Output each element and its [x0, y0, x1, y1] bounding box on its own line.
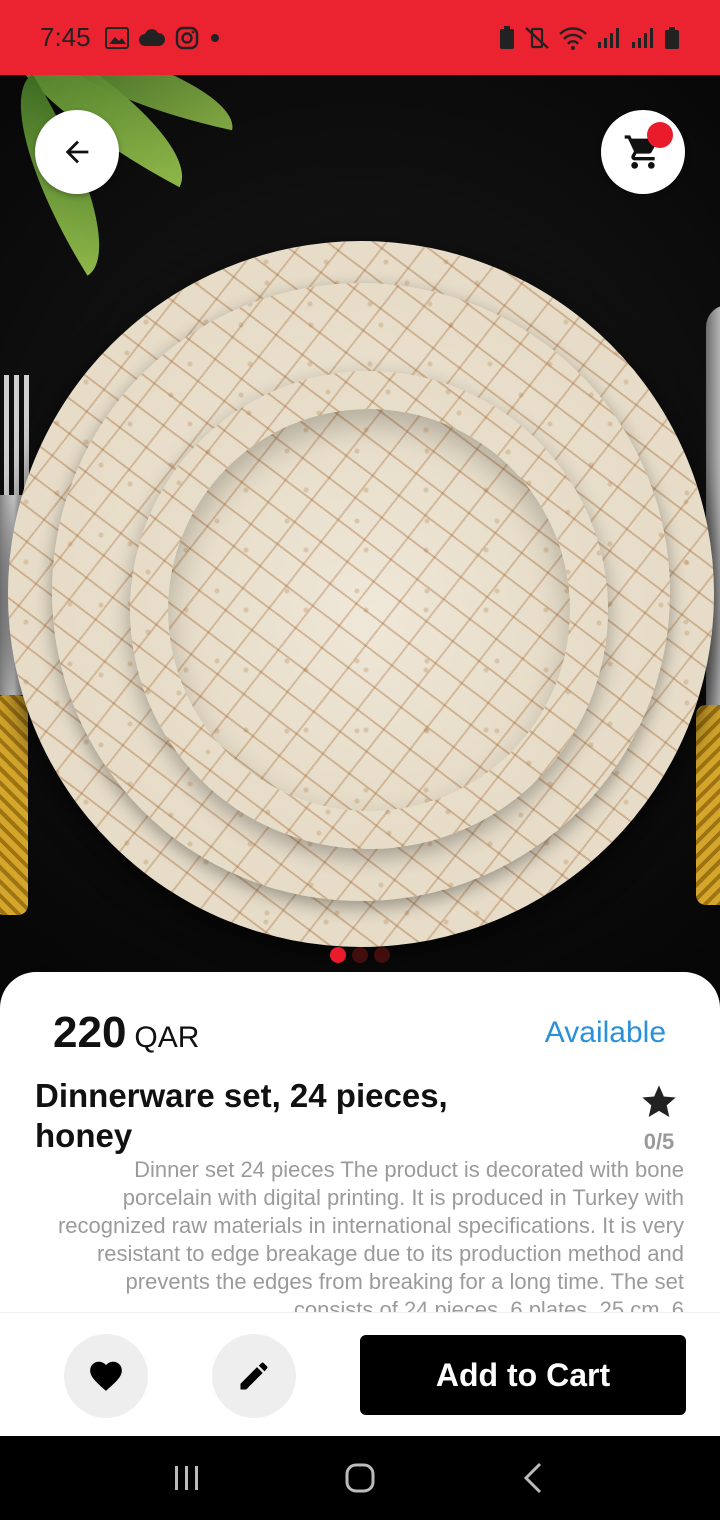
- dot-icon: [210, 33, 219, 42]
- carousel-indicator: [0, 947, 720, 963]
- star-icon: [642, 1085, 676, 1117]
- carousel-dot-active[interactable]: [330, 947, 346, 963]
- instagram-icon: [175, 26, 198, 49]
- carousel-dot[interactable]: [374, 947, 390, 963]
- rating-value: 0/5: [643, 1129, 675, 1154]
- battery-icon: [665, 26, 679, 49]
- home-icon: [345, 1463, 375, 1493]
- cart-button[interactable]: [601, 110, 685, 194]
- vibrate-off-icon: [525, 26, 549, 49]
- price-value: 220: [53, 1008, 127, 1057]
- back-icon: [524, 1462, 542, 1494]
- carousel-dot[interactable]: [352, 947, 368, 963]
- system-nav-bar: [0, 1436, 720, 1520]
- back-button[interactable]: [35, 110, 119, 194]
- cloud-icon: [138, 28, 165, 46]
- edit-button[interactable]: [212, 1334, 296, 1418]
- wifi-icon: [559, 26, 587, 50]
- product-details: 220 QAR Available Dinnerware set, 24 piec…: [0, 972, 720, 1312]
- status-bar: 7:45: [0, 0, 720, 75]
- product-title: Dinnerware set, 24 pieces, honey: [35, 1077, 448, 1154]
- status-time: 7:45: [40, 22, 91, 52]
- price-currency: QAR: [134, 1021, 200, 1054]
- signal-icon: [598, 27, 619, 48]
- add-to-cart-button[interactable]: Add to Cart: [360, 1335, 686, 1415]
- bowl-center: [168, 409, 570, 811]
- signal-icon: [632, 27, 653, 48]
- product-image-carousel[interactable]: [0, 75, 720, 995]
- availability-status: Available: [544, 1016, 666, 1049]
- back-nav-button[interactable]: [503, 1448, 563, 1508]
- gallery-icon: [104, 26, 129, 49]
- rating[interactable]: 0/5: [634, 1082, 684, 1155]
- product-description: Dinner set 24 pieces The product is deco…: [57, 1157, 684, 1312]
- price: 220 QAR: [53, 1008, 199, 1058]
- pencil-icon: [240, 1362, 268, 1390]
- arrow-left-icon: [65, 140, 89, 164]
- heart-icon: [90, 1361, 122, 1391]
- cart-badge: [647, 122, 673, 148]
- battery-saver-icon: [500, 25, 514, 49]
- favorite-button[interactable]: [64, 1334, 148, 1418]
- action-bar: Add to Cart: [0, 1312, 720, 1436]
- recent-apps-button[interactable]: [157, 1448, 217, 1508]
- home-button[interactable]: [330, 1448, 390, 1508]
- recent-apps-icon: [174, 1466, 198, 1490]
